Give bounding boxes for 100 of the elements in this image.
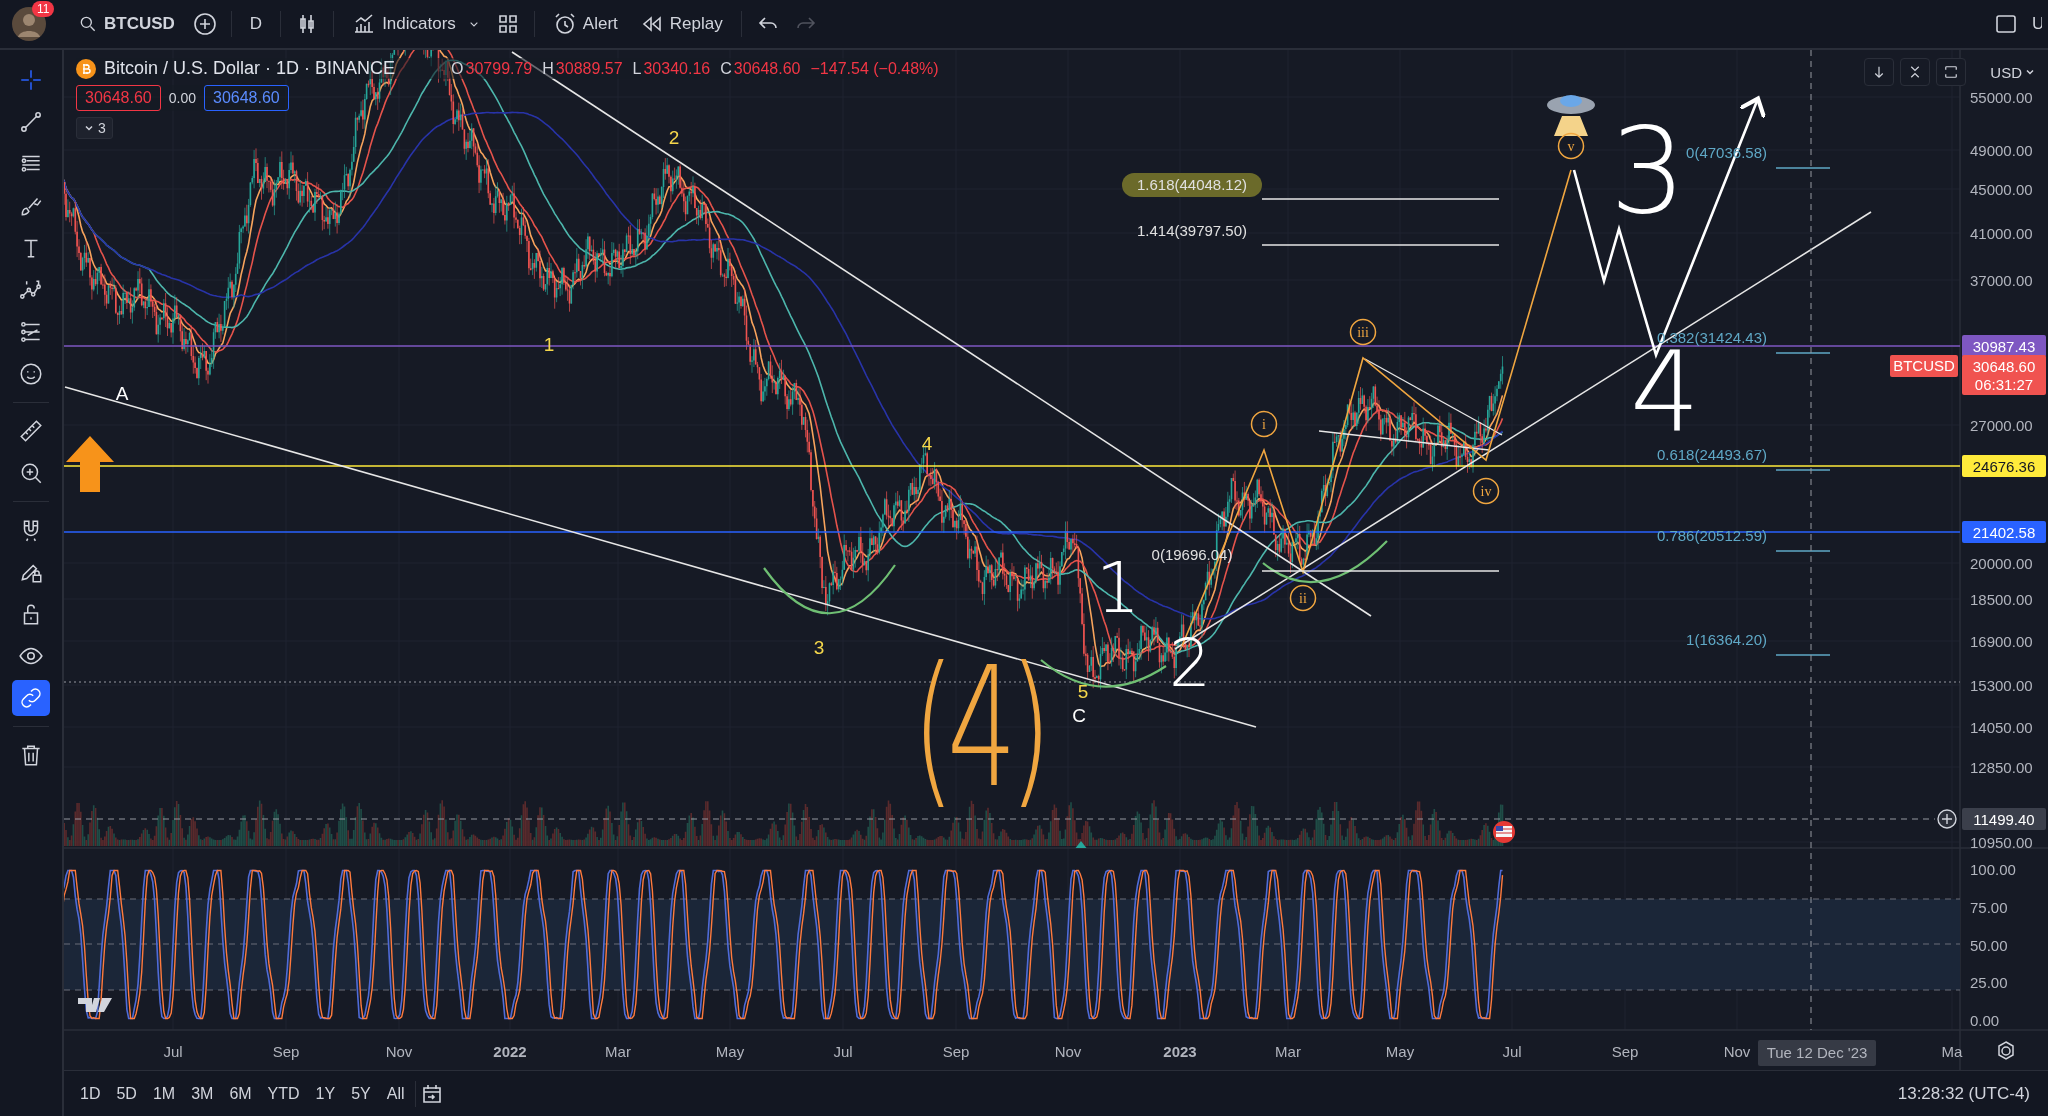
alert-button[interactable]: Alert <box>548 8 622 40</box>
fib-level-line[interactable] <box>1775 550 1831 552</box>
wave-label[interactable]: i <box>1250 410 1278 438</box>
crosshair-icon <box>18 67 44 93</box>
add-symbol-icon[interactable] <box>192 12 217 36</box>
currency-button[interactable]: USD <box>1972 63 2048 81</box>
range-button[interactable]: 1D <box>74 1080 107 1107</box>
symbol-search[interactable]: BTCUSD <box>74 10 179 38</box>
indicators-toggle[interactable]: 3 <box>76 117 113 139</box>
time-label: May <box>1385 1043 1415 1060</box>
fib-level-line[interactable] <box>1775 654 1831 656</box>
handwritten-label[interactable]: 3 <box>1609 101 1687 240</box>
marker-icon[interactable] <box>1074 841 1088 848</box>
range-button[interactable]: 5Y <box>345 1080 377 1107</box>
sell-price[interactable]: 30648.60 <box>76 85 161 111</box>
fib-level-label: 0.618(24493.67) <box>1656 446 1767 463</box>
time-tooltip: Tue 12 Dec '23 <box>1758 1040 1876 1066</box>
price-label: 45000.00 <box>1970 181 2033 198</box>
price-tag: 11499.40 <box>1962 808 2046 830</box>
price-label: 18500.00 <box>1970 591 2033 608</box>
symbol-title[interactable]: Bitcoin / U.S. Dollar · 1D · BINANCE <box>104 58 396 79</box>
oscillator-label: 25.00 <box>1970 974 2008 991</box>
ohlc-key: O <box>451 59 464 78</box>
price-label: 37000.00 <box>1970 272 2033 289</box>
fib-level-line[interactable] <box>1775 469 1831 471</box>
square-icon[interactable] <box>1994 12 2018 36</box>
range-button[interactable]: 3M <box>185 1080 220 1107</box>
range-button[interactable]: All <box>380 1080 411 1107</box>
oscillator-label: 0.00 <box>1970 1012 2000 1029</box>
scroll-down-button[interactable] <box>1864 58 1895 86</box>
price-label: 12850.00 <box>1970 759 2033 776</box>
symbol-tag: BTCUSD <box>1890 355 1958 377</box>
wave-label[interactable]: iv <box>1472 477 1500 505</box>
price-change: −147.54 (−0.48%) <box>810 59 939 78</box>
range-button[interactable]: 1Y <box>309 1080 342 1107</box>
fib-level-line[interactable] <box>1775 167 1831 169</box>
ohlc-value: 30799.79 <box>465 59 533 78</box>
up-arrow-icon[interactable] <box>66 436 114 492</box>
time-label: Sep <box>942 1043 970 1060</box>
time-label: Nov <box>1054 1043 1082 1060</box>
fib-level-label: 1(16364.20) <box>1686 631 1767 648</box>
range-button[interactable]: 6M <box>223 1080 258 1107</box>
ohlc-key: C <box>720 59 732 78</box>
wave-label[interactable]: ii <box>1289 584 1317 612</box>
price-label: 14050.00 <box>1970 719 2033 736</box>
range-button[interactable]: YTD <box>261 1080 306 1107</box>
ruler-icon <box>18 418 44 444</box>
handwritten-label[interactable]: 2 <box>1169 625 1211 702</box>
price-label: 49000.00 <box>1970 142 2033 159</box>
flag-icon[interactable] <box>1493 821 1515 843</box>
time-label: Mar <box>1275 1043 1301 1060</box>
time-label: Sep <box>1611 1043 1639 1060</box>
handwritten-label[interactable]: (4) <box>912 632 1044 824</box>
price-label: 55000.00 <box>1970 89 2033 106</box>
fullscreen-button[interactable] <box>1936 58 1967 86</box>
time-label: Ma <box>1941 1043 1963 1060</box>
clock-label[interactable]: 13:28:32 (UTC-4) <box>1897 1083 2030 1104</box>
wave-label[interactable]: iii <box>1349 318 1377 346</box>
price-tag: 21402.58 <box>1962 521 2046 543</box>
wedge-line[interactable] <box>1364 358 1503 436</box>
indicators-button[interactable]: Indicators <box>348 8 460 40</box>
time-label: 2023 <box>1163 1043 1197 1060</box>
collapse-button[interactable] <box>1900 58 1931 86</box>
price-label: 41000.00 <box>1970 225 2033 242</box>
link-icon <box>18 685 44 711</box>
time-label: Jul <box>1502 1043 1522 1060</box>
range-button[interactable]: 5D <box>110 1080 143 1107</box>
time-label: 2022 <box>493 1043 527 1060</box>
arc-drawing[interactable] <box>1262 540 1388 584</box>
fib-level-label: 1.414(39797.50) <box>1136 222 1248 239</box>
trend-line-icon <box>18 109 44 135</box>
buy-price[interactable]: 30648.60 <box>204 85 289 111</box>
price-label: 27000.00 <box>1970 417 2033 434</box>
time-label: Mar <box>605 1043 631 1060</box>
spread-value: 0.00 <box>168 90 196 106</box>
wave-label[interactable]: 3 <box>813 637 825 658</box>
settings-icon[interactable] <box>1998 1041 2014 1060</box>
range-button[interactable]: 1M <box>146 1080 182 1107</box>
ohlc-value: 30648.60 <box>733 59 801 78</box>
ohlc-value: 30340.16 <box>643 59 711 78</box>
price-label: 16900.00 <box>1970 633 2033 650</box>
interval-button[interactable]: D <box>245 10 267 38</box>
wedge-line[interactable] <box>1318 430 1490 451</box>
fib-level-line[interactable] <box>1775 352 1831 354</box>
time-label: Jul <box>833 1043 853 1060</box>
wave-label[interactable]: v <box>1557 132 1585 160</box>
replay-button[interactable]: Replay <box>635 8 727 40</box>
wave-label[interactable]: 2 <box>668 127 680 148</box>
price-tag: 24676.36 <box>1962 455 2046 477</box>
wave-label[interactable]: C <box>1072 705 1086 726</box>
link-tool-button[interactable] <box>12 680 50 716</box>
oscillator-label: 50.00 <box>1970 937 2008 954</box>
price-tag: 30648.60 06:31:27 <box>1962 355 2046 395</box>
wave-label[interactable]: 5 <box>1077 681 1089 702</box>
wave-label[interactable]: A <box>115 383 129 404</box>
arc-drawing[interactable] <box>763 564 896 615</box>
search-icon <box>78 14 98 34</box>
wave-label[interactable]: 1 <box>543 334 555 355</box>
price-label: 10950.00 <box>1970 834 2033 851</box>
wave-label[interactable]: 4 <box>921 433 933 454</box>
